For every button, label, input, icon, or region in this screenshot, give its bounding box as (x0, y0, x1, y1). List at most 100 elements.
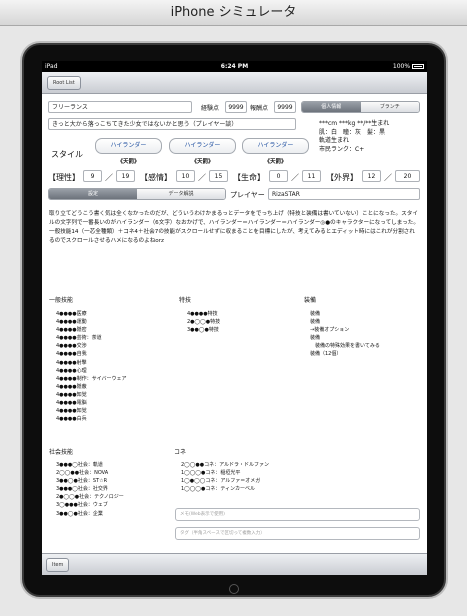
special-skills-list: 4●●●●特技 2●◯◯●特技 3●●◯●特技 (187, 310, 220, 334)
player-label: プレイヤー (230, 191, 265, 199)
list-item[interactable]: 4●●●●射撃 (56, 359, 127, 367)
list-item[interactable]: 装備（12個） (310, 350, 380, 358)
bottom-toolbar: Item (42, 553, 427, 575)
list-item[interactable]: 3●●◯●社会：企業 (56, 510, 124, 518)
navigation-bar: Root List (42, 72, 427, 94)
stat-current[interactable]: 9 (83, 170, 102, 182)
list-item[interactable]: 2◯◯●●コネ：アルドラ・ドルファン (181, 461, 269, 469)
list-item[interactable]: 4●●●●電脳 (56, 399, 127, 407)
list-item[interactable]: 2◯◯●●社会：NOVA (56, 469, 124, 477)
tab-branch[interactable]: ブランチ (360, 102, 419, 112)
list-item[interactable]: 3●●●◯社会：軌道 (56, 461, 124, 469)
ipad-screen: iPad 6:24 PM 100% Root List フリーランス 経験点 9… (42, 61, 427, 575)
special-skills-title: 特技 (179, 297, 192, 304)
tab-personal-info[interactable]: 個人情報 (302, 102, 361, 112)
connections-title: コネ (174, 449, 187, 456)
home-button[interactable] (229, 584, 239, 594)
style-sub-3: 《天罰》 (264, 159, 287, 165)
list-item[interactable]: 装備の特殊効果を書いてみる (310, 342, 380, 350)
list-item[interactable]: 1◯●◯◯コネ：アルファ＝オメガ (181, 477, 269, 485)
social-skills-title: 社会技能 (49, 449, 74, 456)
style-sub-2: 《天罰》 (191, 159, 214, 165)
style-label: スタイル (51, 150, 83, 159)
stat-name: 【生命】 (233, 173, 265, 182)
stat-name: 【理性】 (48, 173, 80, 182)
exp-field[interactable]: 9999 (225, 101, 247, 113)
list-item[interactable]: 4●●●●隠蔽 (56, 383, 127, 391)
list-item[interactable]: 4●●●●芸術：茶道 (56, 334, 127, 342)
clock: 6:24 PM (220, 63, 249, 70)
style-sub-1: 《天罰》 (117, 159, 140, 165)
stat-separator: ／ (105, 173, 113, 182)
list-item[interactable]: 4●●●●特技 (187, 310, 220, 318)
quote-field[interactable]: きっと大から落っこちてきた少女ではないかと思う（プレイヤー談） (48, 118, 296, 130)
stat-current[interactable]: 12 (362, 170, 381, 182)
info-segmented-control: 個人情報 ブランチ (301, 101, 420, 113)
connections-list: 2◯◯●●コネ：アルドラ・ドルファン 1◯◯◯●コネ：稲垣光平 1◯●◯◯コネ：… (181, 461, 269, 493)
info-line: 肌：白 瞳：灰 髪：黒 (319, 128, 386, 136)
list-item[interactable]: 4●●●●医療 (56, 310, 127, 318)
list-item[interactable]: 4●●●●制作：サイバーウェア (56, 375, 127, 383)
battery-icon (412, 64, 424, 69)
list-item[interactable]: 1◯◯◯●コネ：ティンカーベル (181, 485, 269, 493)
general-skills-list: 4●●●●医療 4●●●●運動 4●●●●隠密 4●●●●芸術：茶道 4●●●●… (56, 310, 127, 423)
stat-max[interactable]: 15 (209, 170, 228, 182)
info-line: ***cm ***kg **/**生まれ (319, 120, 390, 127)
tab-settings[interactable]: 設定 (49, 189, 137, 199)
info-line: 市民ランク：C+ (319, 145, 365, 153)
list-item[interactable]: 3●●●◯社会：社交界 (56, 485, 124, 493)
list-item[interactable]: 装備 (310, 334, 380, 342)
item-button[interactable]: Item (46, 558, 70, 572)
info-line: 軌道生まれ (319, 137, 350, 144)
tab-data-explanation[interactable]: データ解説 (137, 189, 225, 199)
stat-separator: ／ (384, 173, 392, 182)
list-item[interactable]: 4●●●●交渉 (56, 342, 127, 350)
equipment-title: 装備 (304, 297, 317, 304)
profile-info: ***cm ***kg **/**生まれ 肌：白 瞳：灰 髪：黒 軌道生まれ 市… (319, 120, 389, 154)
social-skills-list: 3●●●◯社会：軌道 2◯◯●●社会：NOVA 3●●◯●社会：ST☆R 3●●… (56, 461, 124, 518)
player-field[interactable]: RizaSTAR (268, 188, 420, 200)
root-list-button[interactable]: Root List (47, 76, 81, 90)
list-item[interactable]: 3●●◯●特技 (187, 326, 220, 334)
stat-max[interactable]: 20 (395, 170, 420, 182)
list-item[interactable]: 3●●◯●社会：ST☆R (56, 477, 124, 485)
list-item[interactable]: 装備 (310, 318, 380, 326)
character-name-field[interactable]: フリーランス (48, 101, 192, 113)
tag-field[interactable]: タグ（半角スペースで区切って複数入力） (175, 527, 420, 540)
list-item[interactable]: 4●●●●白兵 (56, 415, 127, 423)
memo-field[interactable]: メモ(Web表示で使用) (175, 508, 420, 521)
stat-name: 【外界】 (326, 173, 358, 182)
list-item[interactable]: 1◯◯◯●コネ：稲垣光平 (181, 469, 269, 477)
stat-name: 【感情】 (140, 173, 172, 182)
list-item[interactable]: 4●●●●自我 (56, 350, 127, 358)
list-item[interactable]: 4●●●●知覚 (56, 407, 127, 415)
list-item[interactable]: 4●●●●知覚 (56, 391, 127, 399)
battery-percent: 100% (392, 63, 411, 70)
stat-current[interactable]: 10 (176, 170, 195, 182)
reward-field[interactable]: 9999 (274, 101, 296, 113)
stat-separator: ／ (198, 173, 206, 182)
style-button-3[interactable]: ハイランダー (242, 138, 309, 154)
simulator-title: iPhone シミュレータ (0, 0, 467, 26)
stat-max[interactable]: 19 (116, 170, 135, 182)
list-item[interactable]: 2●◯◯●社会：テクノロジー (56, 493, 124, 501)
character-sheet: フリーランス 経験点 9999 報酬点 9999 個人情報 ブランチ きっと大か… (42, 94, 427, 553)
status-bar: iPad 6:24 PM 100% (42, 61, 427, 72)
stat-max[interactable]: 11 (302, 170, 321, 182)
stat-separator: ／ (291, 173, 299, 182)
list-item[interactable]: 装備 (310, 310, 380, 318)
list-item[interactable]: 4●●●●運動 (56, 318, 127, 326)
style-button-1[interactable]: ハイランダー (95, 138, 162, 154)
list-item[interactable]: 3◯●●●社会：ウェブ (56, 501, 124, 509)
reward-label: 報酬点 (250, 105, 269, 112)
equipment-list: 装備 装備 →装備オプション 装備 装備の特殊効果を書いてみる 装備（12個） (310, 310, 380, 359)
list-item[interactable]: 4●●●●心理 (56, 367, 127, 375)
exp-label: 経験点 (201, 105, 220, 112)
battery-indicator: 100% (393, 61, 424, 72)
list-item[interactable]: →装備オプション (310, 326, 380, 334)
general-skills-title: 一般技能 (49, 297, 74, 304)
list-item[interactable]: 4●●●●隠密 (56, 326, 127, 334)
list-item[interactable]: 2●◯◯●特技 (187, 318, 220, 326)
stat-current[interactable]: 0 (269, 170, 288, 182)
style-button-2[interactable]: ハイランダー (169, 138, 236, 154)
